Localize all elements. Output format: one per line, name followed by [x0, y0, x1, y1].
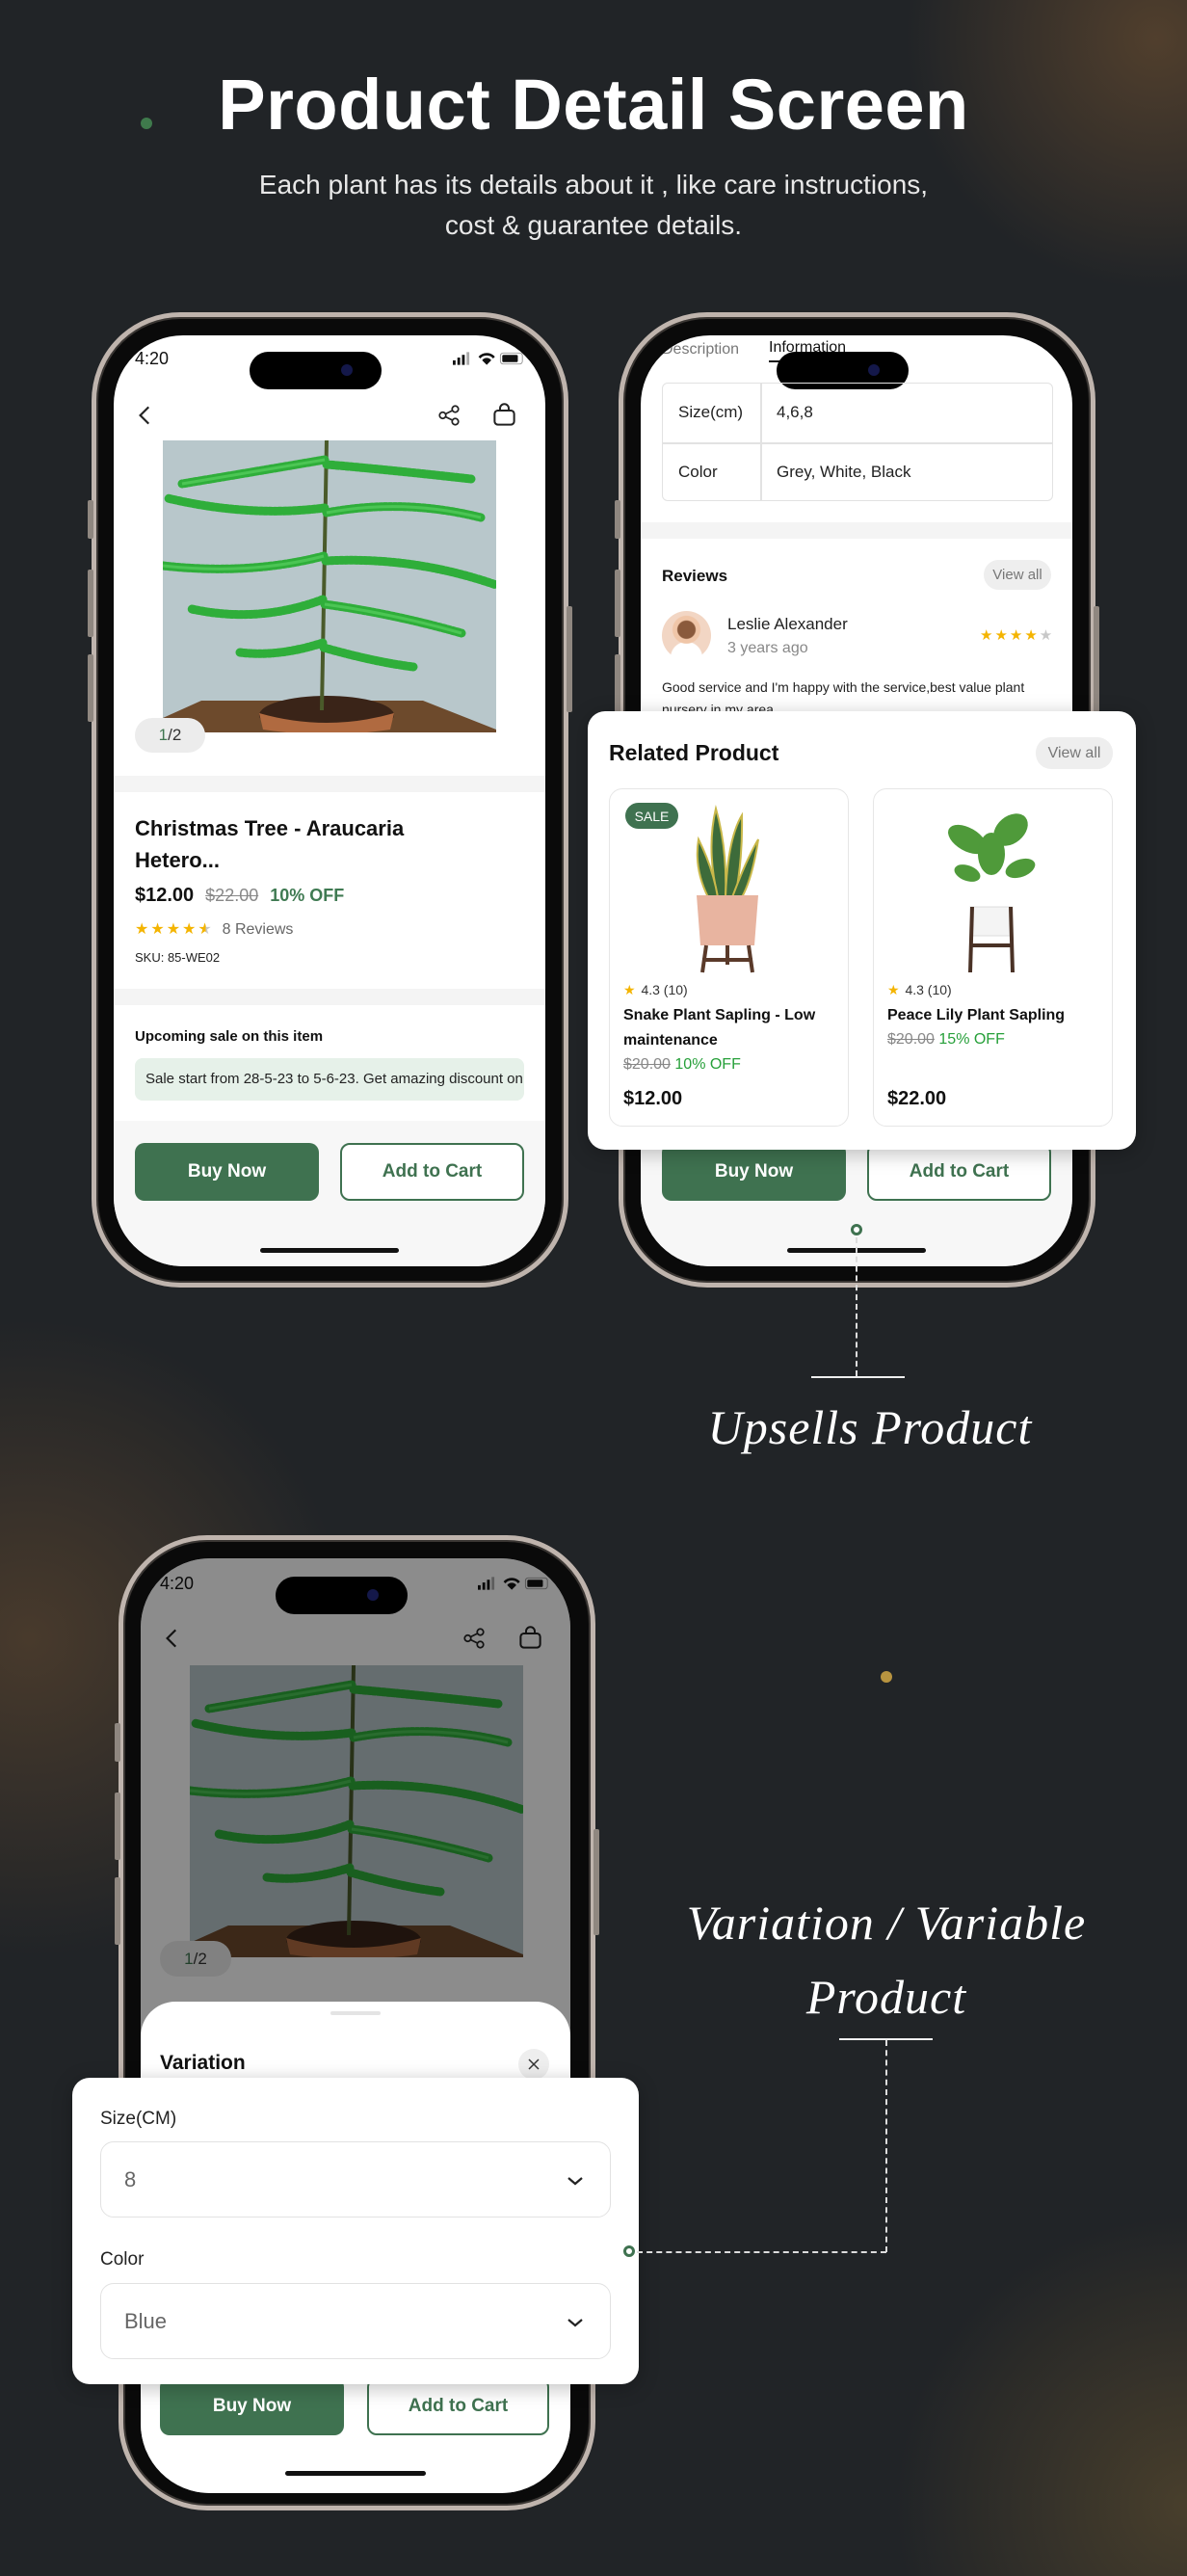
shopping-bag-icon[interactable] [491, 402, 517, 428]
connector-underline [811, 1376, 905, 1378]
connector-line [885, 2040, 887, 2252]
connector-line [856, 1237, 857, 1376]
sheet-handle[interactable] [330, 2011, 381, 2015]
reviews-title: Reviews [662, 567, 728, 585]
sale-badge: SALE [625, 803, 678, 829]
size-select[interactable]: 8 [100, 2141, 611, 2217]
review-stars: ★★★★★ [980, 627, 1053, 644]
info-key: Size(cm) [678, 403, 744, 421]
status-icons [453, 351, 526, 366]
review-text-line1: Good service and I'm happy with the serv… [662, 679, 1025, 695]
connector-underline [839, 2038, 933, 2040]
tab-description[interactable]: Description [662, 341, 739, 359]
product-price: $12.00 [623, 1088, 683, 1109]
related-view-all-button[interactable]: View all [1036, 737, 1113, 769]
color-select[interactable]: Blue [100, 2283, 611, 2359]
variation-annotation-line1: Variation / Variable [686, 1896, 1087, 1950]
product-discount-row: $20.00 10% OFF [623, 1056, 741, 1073]
close-icon [528, 2058, 540, 2070]
info-key: Color [678, 463, 718, 481]
upcoming-sale-banner: Sale start from 28-5-23 to 5-6-23. Get a… [135, 1058, 524, 1101]
add-to-cart-button[interactable]: Add to Cart [367, 2377, 549, 2435]
divider [114, 989, 545, 1005]
product-name: Snake Plant Sapling - Low maintenance [623, 1007, 816, 1049]
close-button[interactable] [518, 2049, 549, 2080]
page-subtitle-line1: Each plant has its details about it , li… [258, 170, 929, 199]
related-product-card: Related Product View all SALE ★ 4.3 (10)… [588, 711, 1136, 1150]
buy-now-button[interactable]: Buy Now [662, 1143, 846, 1201]
product-rating: ★ 4.3 (10) [887, 982, 952, 997]
reviewer-avatar [662, 611, 711, 660]
dynamic-island [250, 352, 382, 389]
divider [114, 776, 545, 792]
color-label: Color [100, 2249, 145, 2270]
product-rating: ★ 4.3 (10) [623, 982, 688, 997]
dynamic-island [276, 1577, 408, 1614]
connector-line [637, 2251, 886, 2253]
screen: 4:20 1 / 2 Christmas Tree - Araucaria He… [114, 335, 545, 1266]
peace-lily-image [948, 813, 1036, 973]
product-image[interactable] [163, 440, 496, 732]
share-icon[interactable] [436, 403, 462, 428]
connector-dot [851, 1224, 862, 1235]
rating-stars: ★★★★ [135, 921, 198, 938]
sku: SKU: 85-WE02 [135, 950, 221, 965]
buy-now-button[interactable]: Buy Now [160, 2377, 344, 2435]
divider [641, 522, 1072, 539]
decor-dot-gold [881, 1671, 892, 1683]
phone-product-detail: 4:20 1 / 2 Christmas Tree - Araucaria He… [88, 312, 572, 1288]
product-title-line1: Christmas Tree - Araucaria [135, 816, 405, 840]
size-label: Size(CM) [100, 2109, 177, 2129]
product-discount-row: $20.00 15% OFF [887, 1031, 1005, 1048]
product-card[interactable]: SALE ★ 4.3 (10) Snake Plant Sapling - Lo… [609, 788, 849, 1127]
add-to-cart-button[interactable]: Add to Cart [867, 1143, 1051, 1201]
review-time: 3 years ago [727, 640, 808, 656]
page-subtitle-line2: cost & guarantee details. [444, 210, 743, 240]
product-name: Peace Lily Plant Sapling [887, 1007, 1066, 1023]
buy-now-button[interactable]: Buy Now [135, 1143, 319, 1201]
product-price: $22.00 [887, 1088, 947, 1109]
sheet-title: Variation [160, 2052, 246, 2074]
reviews-view-all-button[interactable]: View all [984, 560, 1051, 590]
page-title: Product Detail Screen [218, 65, 969, 145]
decor-dot-green [141, 118, 152, 129]
product-title-line2: Hetero... [135, 848, 221, 872]
rating-row[interactable]: ★★★★★ 8 Reviews [135, 919, 293, 939]
image-pager: 1 / 2 [135, 718, 205, 753]
chevron-down-icon [564, 2169, 587, 2192]
reviewer-name: Leslie Alexander [727, 615, 848, 633]
reviews-count: 8 Reviews [222, 921, 294, 938]
related-title: Related Product [609, 740, 779, 765]
connector-dot [623, 2245, 635, 2257]
home-indicator [260, 1248, 399, 1253]
info-value: 4,6,8 [777, 403, 813, 421]
back-chevron-icon[interactable] [133, 403, 158, 428]
upsell-annotation: Upsells Product [707, 1400, 1033, 1454]
info-table: Size(cm) 4,6,8 Color Grey, White, Black [662, 383, 1053, 501]
status-time: 4:20 [135, 349, 170, 368]
home-indicator [285, 2471, 426, 2476]
price-row: $12.00 $22.00 10% OFF [135, 885, 345, 906]
add-to-cart-button[interactable]: Add to Cart [340, 1143, 524, 1201]
chevron-down-icon [564, 2311, 587, 2334]
product-card[interactable]: ★ 4.3 (10) Peace Lily Plant Sapling $20.… [873, 788, 1113, 1127]
snake-plant-image [696, 805, 759, 973]
info-value: Grey, White, Black [777, 463, 911, 481]
variation-annotation-line2: Product [805, 1970, 967, 2024]
upcoming-sale-title: Upcoming sale on this item [135, 1028, 324, 1045]
variation-selector-card: Size(CM) 8 Color Blue [72, 2078, 639, 2384]
